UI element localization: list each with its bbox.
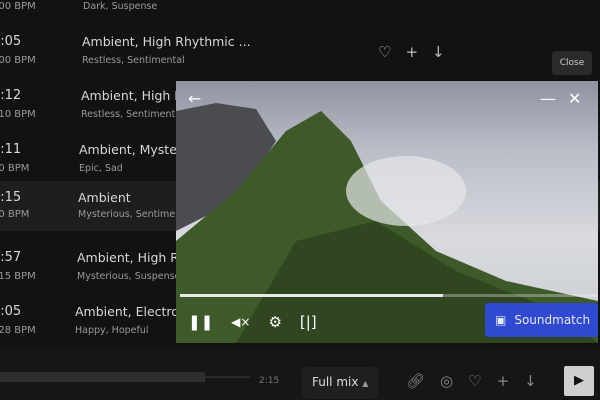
soundmatch-button[interactable]: ▣ Soundmatch [485,303,598,337]
heart-icon[interactable]: ♡ [378,43,391,61]
plus-icon[interactable]: + [497,372,510,390]
waveform[interactable] [0,372,205,382]
heart-icon[interactable]: ♡ [468,372,481,390]
download-icon[interactable]: ↓ [524,372,537,390]
close-icon[interactable]: ✕ [568,89,581,108]
pause-icon[interactable]: ❚❚ [188,313,213,331]
player-time: 2:15 [259,376,280,386]
caret-up-icon: ▲ [362,379,369,388]
link-icon[interactable]: 🔗︎ [406,372,425,390]
download-icon[interactable]: ↓ [432,43,445,61]
plus-icon[interactable]: + [405,43,418,61]
video-player[interactable]: ← — ✕ ❚❚ ◀× ⚙ [|] ▣ Soundmatch [176,81,598,343]
track-row[interactable]: 2:05100 BPMAmbient, High Rhythmic ...Res… [0,27,600,81]
mix-dropdown[interactable]: Full mix ▲ [302,367,378,399]
video-progress-bar[interactable] [180,294,598,297]
track-title: Ambient, High Rhythmic ... [82,34,251,49]
split-view-icon[interactable]: [|] [300,313,317,331]
soundmatch-icon: ▣ [495,313,507,327]
player-bar: 2:15 Full mix ▲ 🔗︎ ◎ ♡ + ↓ [0,350,600,400]
video-icon: ▶ [574,373,584,388]
similar-icon[interactable]: ◎ [440,372,453,390]
progress-fill [180,294,444,297]
video-toggle-button[interactable]: ▶ [564,366,594,396]
waveform-tail [205,376,250,378]
close-tooltip: Close [552,51,592,75]
back-arrow-icon[interactable]: ← [188,89,201,108]
track-row[interactable]: 100 BPMDark, Suspense [0,0,600,27]
mute-icon[interactable]: ◀× [231,315,250,329]
minimize-icon[interactable]: — [540,89,556,108]
settings-icon[interactable]: ⚙ [268,313,281,331]
